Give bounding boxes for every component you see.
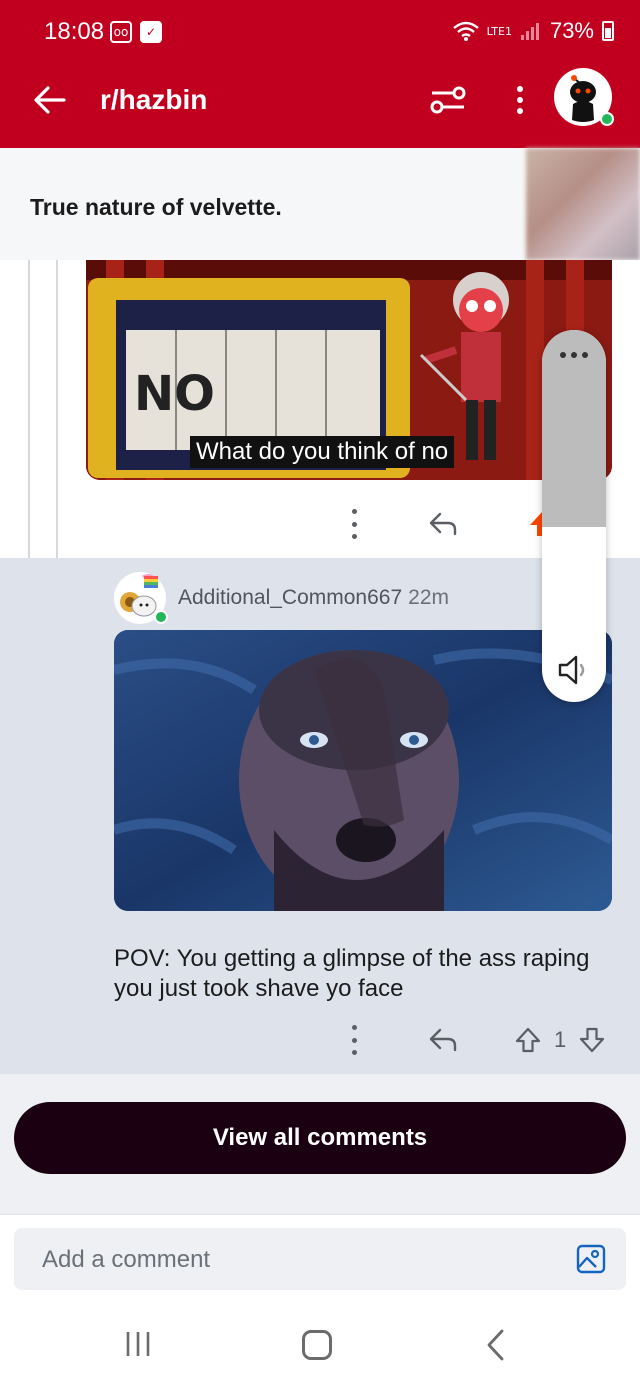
comment-body: POV: You getting a glimpse of the ass ra… (114, 945, 590, 1002)
voicemail-icon: oo (110, 21, 132, 43)
volume-panel[interactable] (542, 330, 606, 702)
post-title: True nature of velvette. (30, 194, 282, 220)
comment-2-image[interactable] (114, 630, 612, 911)
vote-count: 1 (554, 1027, 567, 1052)
view-all-comments-button[interactable]: View all comments (14, 1102, 626, 1174)
online-status-dot (154, 610, 168, 624)
wifi-icon (452, 21, 479, 41)
author-name[interactable]: Additional_Common667 (178, 586, 402, 609)
signal-icon (520, 23, 539, 40)
status-time: 18:08 (44, 18, 105, 45)
battery-percent: 73% (549, 18, 594, 43)
checkbox-icon: ✓ (140, 21, 162, 43)
recent-apps-icon[interactable] (124, 1330, 152, 1358)
image-attach-icon[interactable] (576, 1244, 606, 1274)
upvote-icon[interactable] (514, 1026, 542, 1054)
comment-options-icon[interactable] (350, 1025, 358, 1055)
add-comment-input[interactable]: Add a comment (14, 1228, 626, 1290)
post-header[interactable]: True nature of velvette. (0, 148, 640, 260)
status-bar: 18:08 oo ✓ LTE1 73% (0, 0, 640, 64)
post-thumbnail[interactable] (526, 148, 640, 260)
volume-more-icon[interactable] (542, 352, 606, 358)
nav-back-icon[interactable] (484, 1328, 508, 1362)
comment-options-icon[interactable] (350, 509, 358, 539)
downvote-icon[interactable] (578, 1026, 606, 1054)
volume-slider-fill[interactable] (542, 330, 606, 528)
app-bar: r/hazbin (0, 64, 640, 148)
lte-indicator: LTE1 (486, 24, 512, 38)
system-icons: LTE1 73% (452, 18, 614, 44)
home-icon[interactable] (302, 1330, 332, 1360)
comment-placeholder: Add a comment (42, 1246, 211, 1273)
commenter-avatar[interactable] (114, 572, 168, 624)
back-arrow-icon[interactable] (30, 80, 70, 120)
svg-text:NO: NO (134, 366, 215, 422)
reply-icon[interactable] (428, 511, 458, 537)
system-nav-bar (0, 1304, 640, 1387)
overflow-menu-icon[interactable] (500, 80, 540, 120)
sort-filter-icon[interactable] (428, 80, 468, 120)
comment-timestamp: 22m (408, 586, 449, 609)
meme-caption: What do you think of no (190, 436, 455, 468)
notification-icons: oo ✓ (110, 21, 162, 43)
comment-1-actions (350, 504, 556, 544)
comment-author[interactable]: Additional_Common667 22m (178, 586, 449, 610)
photo-illustration (114, 630, 612, 911)
subreddit-title: r/hazbin (100, 84, 208, 115)
battery-icon (602, 21, 614, 41)
reply-icon[interactable] (428, 1027, 458, 1053)
thread-line-nested[interactable] (56, 260, 58, 558)
comment-1-image[interactable]: NO What do you think of no (86, 260, 612, 480)
online-status-dot (600, 112, 614, 126)
speaker-icon[interactable] (554, 650, 594, 690)
user-avatar[interactable] (554, 68, 614, 126)
comment-2-actions: 1 (350, 1020, 606, 1060)
